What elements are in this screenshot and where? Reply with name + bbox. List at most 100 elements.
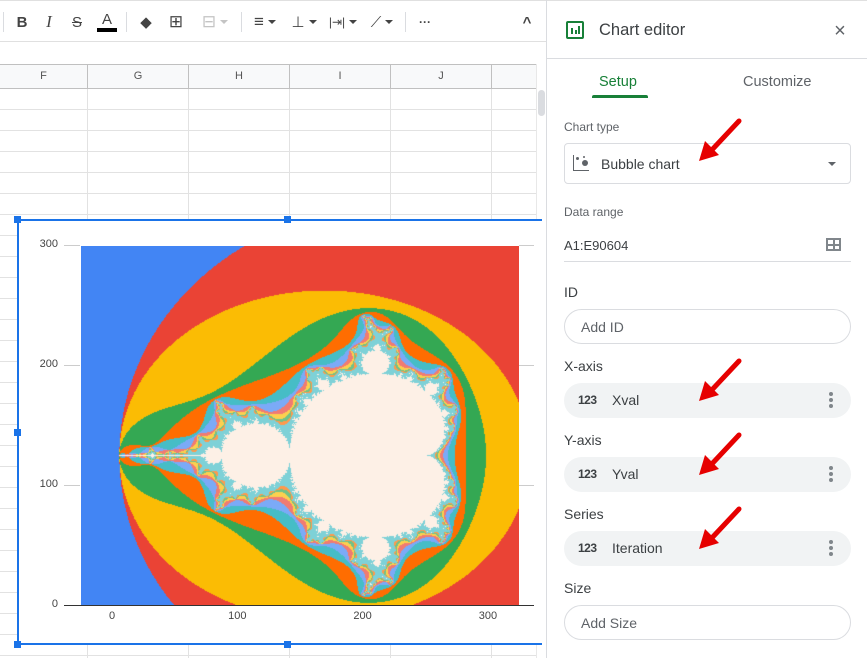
chart-editor-icon	[566, 21, 584, 39]
text-color-icon: A	[101, 11, 112, 28]
y-axis-label: Y-axis	[564, 432, 602, 448]
column-header-f[interactable]: F	[0, 65, 88, 88]
align-left-icon: ≡	[254, 12, 264, 31]
tab-setup[interactable]: Setup	[599, 74, 637, 90]
toolbar-divider	[405, 12, 406, 32]
y-gridline	[519, 365, 534, 366]
y-gridline	[519, 485, 534, 486]
chart-editor-panel: Chart editor × Setup Customize Chart typ…	[546, 0, 867, 658]
row-gridline	[0, 655, 536, 656]
x-axis-baseline	[64, 605, 534, 606]
add-id-field[interactable]: Add ID	[564, 309, 851, 344]
column-header-i[interactable]: I	[290, 65, 391, 88]
formatting-toolbar: B I S A ◆ ⊞ ⊟ ≡ ⊥ |⇥| ⟋ ··· ^	[0, 0, 546, 42]
select-range-grid-icon[interactable]	[826, 238, 841, 251]
horizontal-align-button[interactable]: ≡	[248, 10, 282, 34]
data-range-label: Data range	[564, 205, 624, 219]
resize-handle-top-left[interactable]	[14, 216, 21, 223]
chevron-down-icon	[385, 20, 394, 24]
data-range-input[interactable]: A1:E90604	[564, 238, 628, 253]
text-color-swatch	[97, 28, 117, 32]
resize-handle-top[interactable]	[284, 216, 291, 223]
vertical-align-button[interactable]: ⊥	[287, 10, 321, 34]
more-vertical-icon[interactable]	[829, 540, 833, 557]
fill-color-button[interactable]: ◆	[136, 10, 156, 34]
chart-type-dropdown[interactable]: Bubble chart	[564, 143, 851, 184]
app-root: B I S A ◆ ⊞ ⊟ ≡ ⊥ |⇥| ⟋ ··· ^ F G H I J …	[0, 0, 867, 658]
italic-icon: I	[46, 12, 52, 31]
series-field-chip[interactable]: 123 Iteration	[564, 531, 851, 566]
column-header-g[interactable]: G	[88, 65, 189, 88]
y-tick-label: 300	[39, 238, 58, 250]
paint-bucket-icon: ◆	[140, 14, 152, 31]
column-header-j[interactable]: J	[391, 65, 492, 88]
row-gridline	[0, 130, 536, 131]
chart-type-label: Chart type	[564, 120, 620, 134]
bubble-chart-icon	[573, 155, 589, 171]
column-headers: F G H I J	[0, 64, 536, 89]
x-tick-label: 100	[228, 610, 247, 622]
more-horizontal-icon: ···	[419, 15, 431, 29]
text-rotation-icon: ⟋	[370, 13, 382, 31]
chevron-down-icon	[349, 20, 358, 24]
resize-handle-bottom[interactable]	[284, 641, 291, 648]
chart-type-value: Bubble chart	[601, 156, 680, 172]
x-tick-label: 200	[353, 610, 372, 622]
text-rotation-button[interactable]: ⟋	[365, 10, 399, 34]
y-gridline	[519, 245, 534, 246]
vertical-align-bottom-icon: ⊥	[291, 14, 305, 31]
x-tick-label: 0	[108, 610, 116, 622]
toolbar-divider	[3, 12, 4, 32]
numeric-type-icon: 123	[578, 541, 597, 555]
chevron-down-icon	[220, 20, 229, 24]
y-tick-label: 200	[39, 358, 58, 370]
y-tick-mark	[64, 245, 80, 246]
numeric-type-icon: 123	[578, 393, 597, 407]
merge-cells-button[interactable]: ⊟	[195, 10, 235, 34]
x-axis-field-chip[interactable]: 123 Xval	[564, 383, 851, 418]
row-gridline	[0, 214, 536, 215]
text-wrapping-button[interactable]: |⇥|	[326, 10, 360, 34]
add-size-placeholder: Add Size	[581, 615, 638, 631]
formula-bar[interactable]	[0, 42, 546, 64]
tab-customize[interactable]: Customize	[743, 74, 812, 90]
text-color-button[interactable]: A	[96, 10, 118, 34]
chevron-up-icon: ^	[522, 13, 532, 31]
size-label: Size	[564, 580, 592, 596]
chart-editor-title: Chart editor	[599, 21, 686, 39]
toolbar-divider	[126, 12, 127, 32]
chevron-down-icon	[828, 162, 836, 166]
italic-button[interactable]: I	[40, 10, 58, 34]
borders-button[interactable]: ⊞	[166, 10, 186, 34]
add-size-field[interactable]: Add Size	[564, 605, 851, 640]
row-gridline	[0, 193, 536, 194]
merge-cells-icon: ⊟	[201, 12, 217, 31]
strikethrough-icon: S	[71, 13, 82, 31]
y-tick-mark	[64, 485, 80, 486]
more-button[interactable]: ···	[414, 10, 436, 34]
strikethrough-button[interactable]: S	[68, 10, 86, 34]
active-tab-indicator	[592, 95, 648, 98]
column-header-h[interactable]: H	[189, 65, 290, 88]
close-icon[interactable]: ×	[830, 21, 850, 41]
y-axis-field-chip[interactable]: 123 Yval	[564, 457, 851, 492]
numeric-type-icon: 123	[578, 467, 597, 481]
y-axis-field-name: Yval	[612, 466, 639, 482]
more-vertical-icon[interactable]	[829, 466, 833, 483]
resize-handle-left[interactable]	[14, 429, 21, 436]
x-axis-field-name: Xval	[612, 392, 640, 408]
y-tick-label: 100	[39, 478, 58, 490]
column-header-k[interactable]	[492, 65, 536, 88]
toolbar-divider	[241, 12, 242, 32]
borders-icon: ⊞	[168, 12, 184, 31]
collapse-toolbar-button[interactable]: ^	[517, 10, 537, 34]
text-wrap-icon: |⇥|	[328, 15, 346, 29]
bubble-plot-area[interactable]	[81, 246, 519, 605]
scrollbar-thumb[interactable]	[538, 90, 545, 116]
resize-handle-bottom-left[interactable]	[14, 641, 21, 648]
chevron-down-icon	[308, 20, 317, 24]
bold-button[interactable]: B	[13, 10, 31, 34]
more-vertical-icon[interactable]	[829, 392, 833, 409]
x-tick-label: 300	[478, 610, 498, 622]
series-field-name: Iteration	[612, 540, 663, 556]
